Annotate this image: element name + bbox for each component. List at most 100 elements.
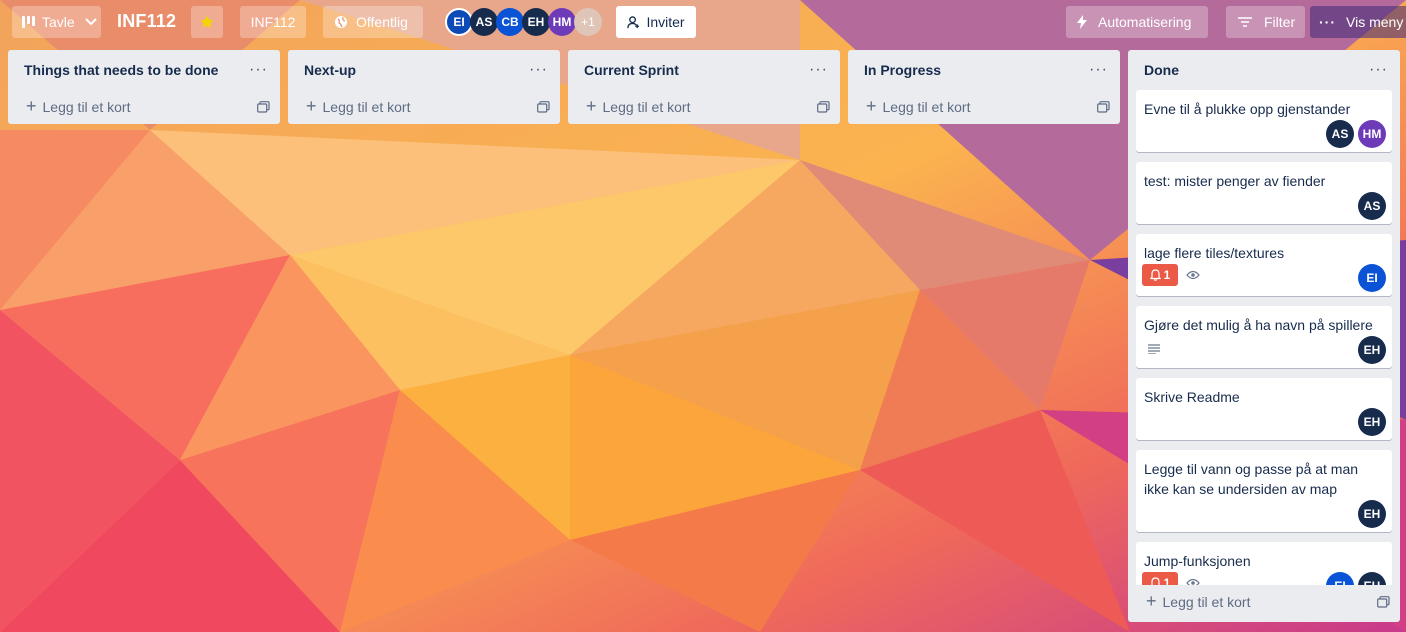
plus-icon: + [306, 96, 317, 116]
view-switcher-button[interactable]: Tavle [12, 6, 101, 38]
member-avatar[interactable]: HM [548, 8, 576, 36]
star-button[interactable] [191, 6, 223, 38]
card[interactable]: Legge til vann og passe på at man ikke k… [1136, 450, 1392, 532]
template-icon[interactable] [1097, 101, 1110, 113]
board-icon [22, 16, 35, 28]
eye-icon [1186, 270, 1200, 280]
show-menu-button[interactable]: ··· Vis meny [1310, 6, 1406, 38]
card-member-avatar[interactable]: AS [1326, 120, 1354, 148]
template-icon[interactable] [537, 101, 550, 113]
add-card-button[interactable]: + Legg til et kort [8, 90, 280, 124]
card-member-avatar[interactable]: HM [1358, 120, 1386, 148]
list-title[interactable]: In Progress [864, 62, 941, 78]
add-card-label: Legg til et kort [1162, 594, 1251, 610]
card-title: test: mister penger av fiender [1144, 173, 1326, 189]
invite-label: Inviter [646, 14, 685, 30]
card-member-avatar[interactable]: EI [1326, 572, 1354, 585]
add-card-button[interactable]: + Legg til et kort [848, 90, 1120, 124]
member-avatar[interactable]: EI [445, 8, 473, 36]
card[interactable]: Skrive Readme EH [1136, 378, 1392, 440]
list-menu-icon[interactable]: ··· [529, 62, 548, 78]
workspace-button[interactable]: INF112 [240, 6, 306, 38]
notification-count: 1 [1163, 576, 1171, 585]
visibility-button[interactable]: Offentlig [323, 6, 423, 38]
member-avatar[interactable]: EH [522, 8, 550, 36]
list-header: Next-up ··· [288, 50, 560, 90]
bell-icon [1149, 269, 1161, 281]
add-card-button[interactable]: + Legg til et kort [288, 90, 560, 124]
list-title[interactable]: Current Sprint [584, 62, 679, 78]
add-card-label: Legg til et kort [882, 99, 971, 115]
template-icon[interactable] [817, 101, 830, 113]
notification-count: 1 [1163, 268, 1171, 282]
notification-badge[interactable]: 1 [1142, 264, 1178, 286]
list-current-sprint: Current Sprint ··· + Legg til et kort [568, 50, 840, 124]
card[interactable]: Gjøre det mulig å ha navn på spillere EH [1136, 306, 1392, 368]
card-title: Skrive Readme [1144, 389, 1240, 405]
list-next-up: Next-up ··· + Legg til et kort [288, 50, 560, 124]
template-icon[interactable] [257, 101, 270, 113]
bell-icon [1150, 577, 1160, 585]
board-header: Tavle INF112 INF112 Offentlig EI AS CB E… [0, 0, 1406, 44]
add-card-button[interactable]: + Legg til et kort [1128, 585, 1400, 619]
add-card-label: Legg til et kort [322, 99, 411, 115]
filter-button[interactable]: Filter [1226, 6, 1305, 38]
add-card-button[interactable]: + Legg til et kort [568, 90, 840, 124]
card-member-avatar[interactable]: EH [1358, 336, 1386, 364]
notification-badge[interactable]: 1 [1142, 572, 1178, 585]
more-members-badge[interactable]: +1 [574, 8, 602, 36]
plus-icon: + [26, 96, 37, 116]
list-menu-icon[interactable]: ··· [809, 62, 828, 78]
list-menu-icon[interactable]: ··· [1089, 62, 1108, 78]
more-icon: ··· [1319, 14, 1336, 30]
automation-label: Automatisering [1098, 14, 1192, 30]
filter-label: Filter [1264, 14, 1296, 30]
card-member-avatar[interactable]: EI [1358, 264, 1386, 292]
card-title: Evne til å plukke opp gjenstander [1144, 101, 1351, 117]
board-title[interactable]: INF112 [117, 11, 176, 32]
star-icon [200, 15, 214, 28]
list-things-to-do: Things that needs to be done ··· + Legg t… [8, 50, 280, 124]
eye-icon [1186, 578, 1200, 585]
automation-button[interactable]: Automatisering [1066, 6, 1208, 38]
list-header: In Progress ··· [848, 50, 1120, 90]
globe-icon [335, 16, 347, 28]
plus-icon: + [586, 96, 597, 116]
workspace-label: INF112 [250, 14, 296, 30]
card[interactable]: Jump-funksjonen 1 EI EH [1136, 542, 1392, 585]
card-title: lage flere tiles/textures [1144, 245, 1285, 261]
plus-icon: + [866, 96, 877, 116]
list-menu-icon[interactable]: ··· [1369, 62, 1388, 78]
card-list: Evne til å plukke opp gjenstander AS HM … [1136, 90, 1392, 585]
card-member-avatar[interactable]: EH [1358, 500, 1386, 528]
member-avatar[interactable]: AS [470, 8, 498, 36]
list-menu-icon[interactable]: ··· [249, 62, 268, 78]
card-member-avatar[interactable]: EH [1358, 408, 1386, 436]
card-member-avatar[interactable]: AS [1358, 192, 1386, 220]
description-icon [1148, 344, 1160, 354]
add-person-icon [627, 15, 640, 28]
invite-button[interactable]: Inviter [616, 6, 696, 38]
member-avatar[interactable]: CB [496, 8, 524, 36]
visibility-label: Offentlig [356, 14, 408, 30]
card-title: Jump-funksjonen [1144, 553, 1251, 569]
list-title[interactable]: Done [1144, 62, 1179, 78]
list-title[interactable]: Next-up [304, 62, 356, 78]
template-icon[interactable] [1377, 596, 1390, 608]
filter-icon [1238, 17, 1252, 27]
card-title: Gjøre det mulig å ha navn på spillere [1144, 317, 1373, 333]
card[interactable]: Evne til å plukke opp gjenstander AS HM [1136, 90, 1392, 152]
view-switcher-label: Tavle [42, 14, 75, 30]
list-title[interactable]: Things that needs to be done [24, 62, 218, 78]
list-header: Done ··· [1128, 50, 1400, 90]
plus-icon: + [1146, 591, 1157, 611]
card[interactable]: test: mister penger av fiender AS [1136, 162, 1392, 224]
add-card-label: Legg til et kort [602, 99, 691, 115]
add-card-label: Legg til et kort [42, 99, 131, 115]
card-member-avatar[interactable]: EH [1358, 572, 1386, 585]
list-done: Done ··· Evne til å plukke opp gjenstand… [1128, 50, 1400, 622]
list-in-progress: In Progress ··· + Legg til et kort [848, 50, 1120, 124]
card[interactable]: lage flere tiles/textures 1 EI [1136, 234, 1392, 296]
show-menu-label: Vis meny [1346, 14, 1404, 30]
lightning-icon [1077, 15, 1087, 29]
